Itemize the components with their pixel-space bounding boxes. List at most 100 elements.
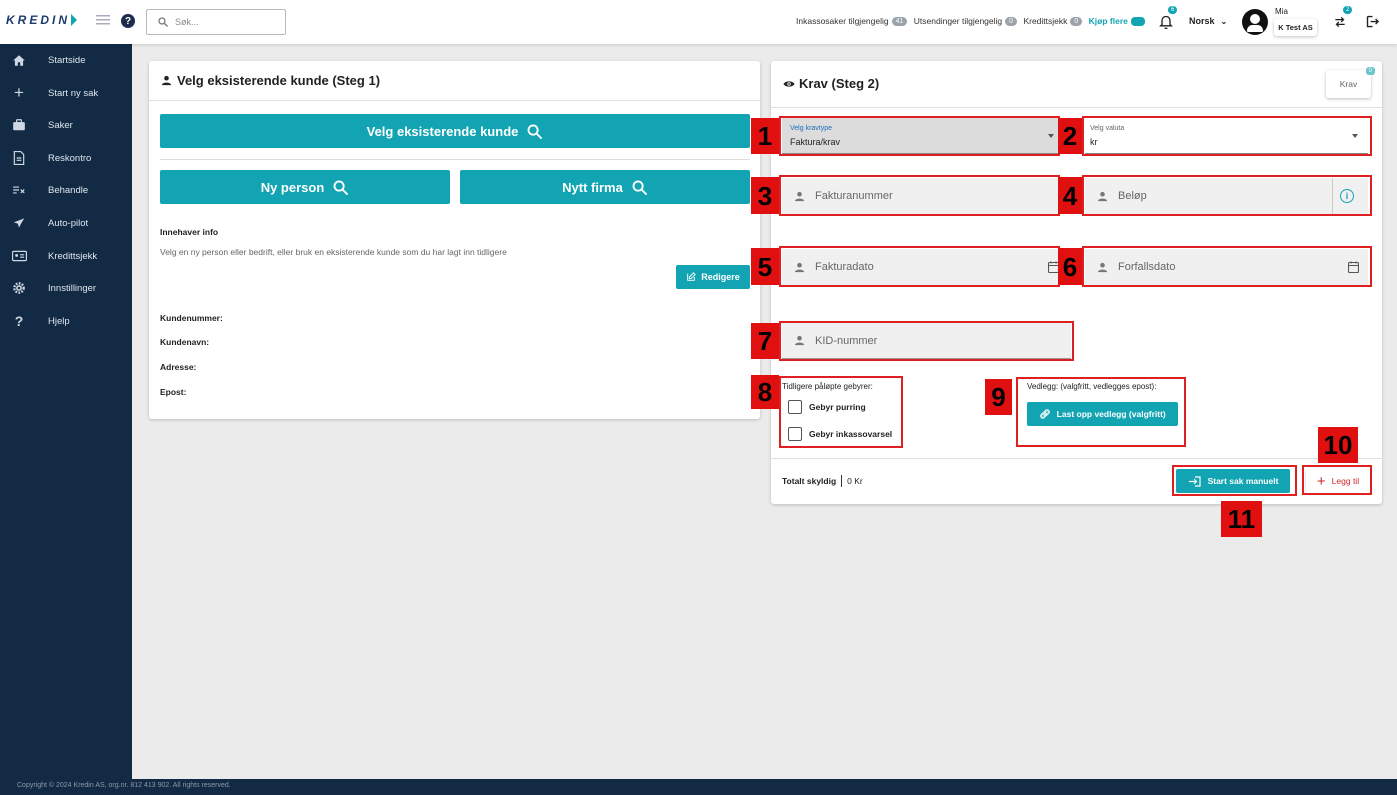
sidebar-item-innstillinger[interactable]: Innstillinger xyxy=(0,272,132,304)
search-icon xyxy=(632,180,648,195)
avatar[interactable] xyxy=(1242,9,1268,35)
person-icon xyxy=(1097,191,1108,202)
status-utsendinger[interactable]: Utsendinger tilgjengelig 0 xyxy=(914,16,1018,27)
checkbox[interactable] xyxy=(788,400,802,414)
link-icon: 🔗︎ xyxy=(1039,408,1051,419)
add-button[interactable]: + Legg til xyxy=(1306,469,1370,493)
customer-name-label: Kundenavn: xyxy=(160,337,210,347)
select-existing-customer-button[interactable]: Velg eksisterende kunde xyxy=(160,114,750,148)
notifications-bell-icon[interactable]: 6 xyxy=(1158,6,1178,34)
search-input[interactable]: Søk... xyxy=(146,9,286,35)
krav-button[interactable]: Krav 0 xyxy=(1326,67,1375,98)
calendar-icon[interactable] xyxy=(1347,261,1360,276)
new-person-button[interactable]: Ny person xyxy=(160,170,450,204)
dropdown-arrow-icon xyxy=(1048,134,1054,138)
marker-5: 5 xyxy=(751,248,779,285)
start-case-manually-button[interactable]: Start sak manuelt xyxy=(1176,469,1290,493)
swap-icon[interactable]: 2 xyxy=(1333,6,1353,32)
sidebar-item-reskontro[interactable]: Reskontro xyxy=(0,142,132,174)
count-badge: 41 xyxy=(891,17,908,27)
sidebar-item-startside[interactable]: Startside xyxy=(0,44,132,76)
new-company-button[interactable]: Nytt firma xyxy=(460,170,750,204)
count-badge: 0 xyxy=(1070,17,1083,27)
sidebar-item-kredittsjekk[interactable]: Kredittsjekk xyxy=(0,240,132,272)
document-icon xyxy=(11,150,27,166)
step2-header: Krav (Steg 2) xyxy=(783,76,879,91)
logo-arrow-icon xyxy=(71,14,78,26)
total-value: 0 Kr xyxy=(847,476,863,486)
step1-card: Velg eksisterende kunde (Steg 1) Velg ek… xyxy=(149,61,760,419)
person-icon xyxy=(1097,262,1108,273)
step2-title: Krav (Steg 2) xyxy=(799,76,880,91)
swap-badge: 2 xyxy=(1343,6,1353,14)
airplane-icon xyxy=(11,215,27,231)
notification-badge: 6 xyxy=(1168,6,1178,14)
edit-button[interactable]: Redigere xyxy=(676,265,750,289)
marker-1: 1 xyxy=(751,118,779,154)
fee-reminder-checkbox[interactable]: Gebyr purring xyxy=(788,400,866,414)
status-kredittsjekk[interactable]: Kredittsjekk 0 xyxy=(1023,16,1083,27)
gear-icon xyxy=(11,280,27,296)
address-label: Adresse: xyxy=(160,362,197,372)
sidebar-item-start-ny-sak[interactable]: + Start ny sak xyxy=(0,77,132,109)
question-icon: ? xyxy=(14,313,24,329)
plus-icon: + xyxy=(14,83,24,102)
total-owed: Totalt skyldig 0 Kr xyxy=(782,475,863,487)
menu-icon[interactable] xyxy=(96,14,110,29)
step1-header: Velg eksisterende kunde (Steg 1) xyxy=(161,73,380,88)
currency-select[interactable]: Velg valuta kr xyxy=(1085,118,1368,154)
marker-10: 10 xyxy=(1318,427,1358,463)
sidebar-item-behandle[interactable]: Behandle xyxy=(0,174,132,206)
status-inkasso[interactable]: Inkassosaker tilgjengelig 41 xyxy=(796,16,908,27)
person-icon xyxy=(794,262,805,273)
person-icon xyxy=(794,335,805,346)
company-switcher[interactable]: K Test AS xyxy=(1274,19,1317,36)
briefcase-icon xyxy=(11,117,27,133)
sidebar-item-auto-pilot[interactable]: Auto-pilot xyxy=(0,207,132,239)
upload-attachment-button[interactable]: 🔗︎ Last opp vedlegg (valgfritt) xyxy=(1027,402,1178,426)
marker-9: 9 xyxy=(985,379,1012,415)
logo[interactable]: KREDIN xyxy=(6,13,78,27)
process-icon xyxy=(11,182,27,198)
search-icon xyxy=(333,180,349,195)
logout-icon[interactable] xyxy=(1365,14,1380,32)
status-counters: Inkassosaker tilgjengelig 41 Utsendinger … xyxy=(796,16,1145,27)
person-icon xyxy=(794,191,805,202)
buy-more-link[interactable]: Kjøp flere xyxy=(1089,16,1145,27)
krav-count-badge: 0 xyxy=(1365,67,1375,75)
owner-info-text: Velg en ny person eller bedrift, eller b… xyxy=(160,247,507,257)
dropdown-arrow-icon xyxy=(1352,134,1358,138)
invoice-number-field[interactable]: Fakturanummer xyxy=(782,178,1058,215)
marker-8: 8 xyxy=(751,375,779,409)
info-icon[interactable]: i xyxy=(1340,189,1354,203)
owner-info-title: Innehaver info xyxy=(160,227,219,237)
person-icon xyxy=(161,75,172,86)
marker-4: 4 xyxy=(1058,177,1082,214)
sidebar-item-saker[interactable]: Saker xyxy=(0,109,132,141)
step1-title: Velg eksisterende kunde (Steg 1) xyxy=(177,73,381,88)
edit-icon xyxy=(687,272,697,281)
marker-3: 3 xyxy=(751,177,779,214)
kid-number-field[interactable]: KID-nummer xyxy=(782,323,1071,359)
due-date-field[interactable]: Forfallsdato xyxy=(1085,249,1368,286)
id-card-icon xyxy=(11,248,27,264)
fees-title: Tidligere påløpte gebyrer: xyxy=(782,382,873,391)
checkbox[interactable] xyxy=(788,427,802,441)
language-select[interactable]: Norsk ⌄ xyxy=(1189,16,1227,26)
marker-6: 6 xyxy=(1058,248,1082,285)
chevron-down-icon: ⌄ xyxy=(1220,16,1228,26)
eye-icon xyxy=(783,80,795,87)
help-icon[interactable]: ? xyxy=(121,14,135,28)
sidebar-item-hjelp[interactable]: ? Hjelp xyxy=(0,305,132,337)
user-name: Mia xyxy=(1275,7,1288,16)
claim-type-select[interactable]: Velg kravtype Faktura/krav xyxy=(782,118,1058,154)
marker-11: 11 xyxy=(1221,501,1262,537)
email-label: Epost: xyxy=(160,387,187,397)
amount-field[interactable]: Beløp i xyxy=(1085,178,1368,215)
search-icon xyxy=(158,17,168,27)
fee-notice-checkbox[interactable]: Gebyr inkassovarsel xyxy=(788,427,892,441)
plus-icon: + xyxy=(1316,472,1326,490)
invoice-date-field[interactable]: Fakturadato xyxy=(782,249,1060,286)
home-icon xyxy=(11,52,27,68)
marker-2: 2 xyxy=(1058,118,1082,154)
